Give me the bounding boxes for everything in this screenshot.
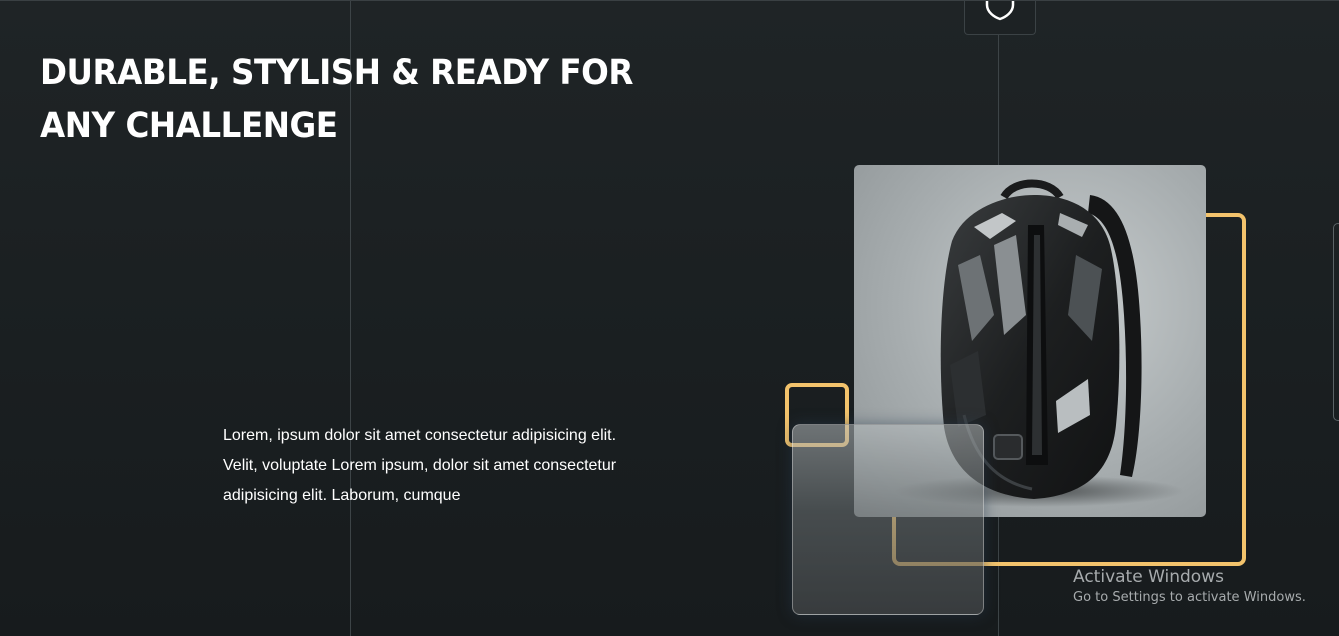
headline-line-2: ANY CHALLENGE — [40, 106, 338, 146]
watermark-title: Activate Windows — [1073, 567, 1224, 587]
scroll-handle[interactable] — [1333, 223, 1339, 421]
hero-headline: DURABLE, STYLISH & READY FOR ANY CHALLENG… — [40, 47, 635, 153]
shield-icon — [985, 1, 1015, 21]
hero-section: DURABLE, STYLISH & READY FOR ANY CHALLENG… — [0, 0, 1339, 636]
activation-watermark: Activate Windows Go to Settings to activ… — [1073, 566, 1306, 607]
headline-line-1: DURABLE, STYLISH & READY FOR — [40, 53, 633, 93]
top-nav-tab[interactable] — [964, 1, 1036, 35]
hero-description: Lorem, ipsum dolor sit amet consectetur … — [223, 427, 617, 504]
watermark-subtitle: Go to Settings to activate Windows. — [1073, 590, 1306, 605]
glass-overlay-card — [792, 424, 984, 615]
